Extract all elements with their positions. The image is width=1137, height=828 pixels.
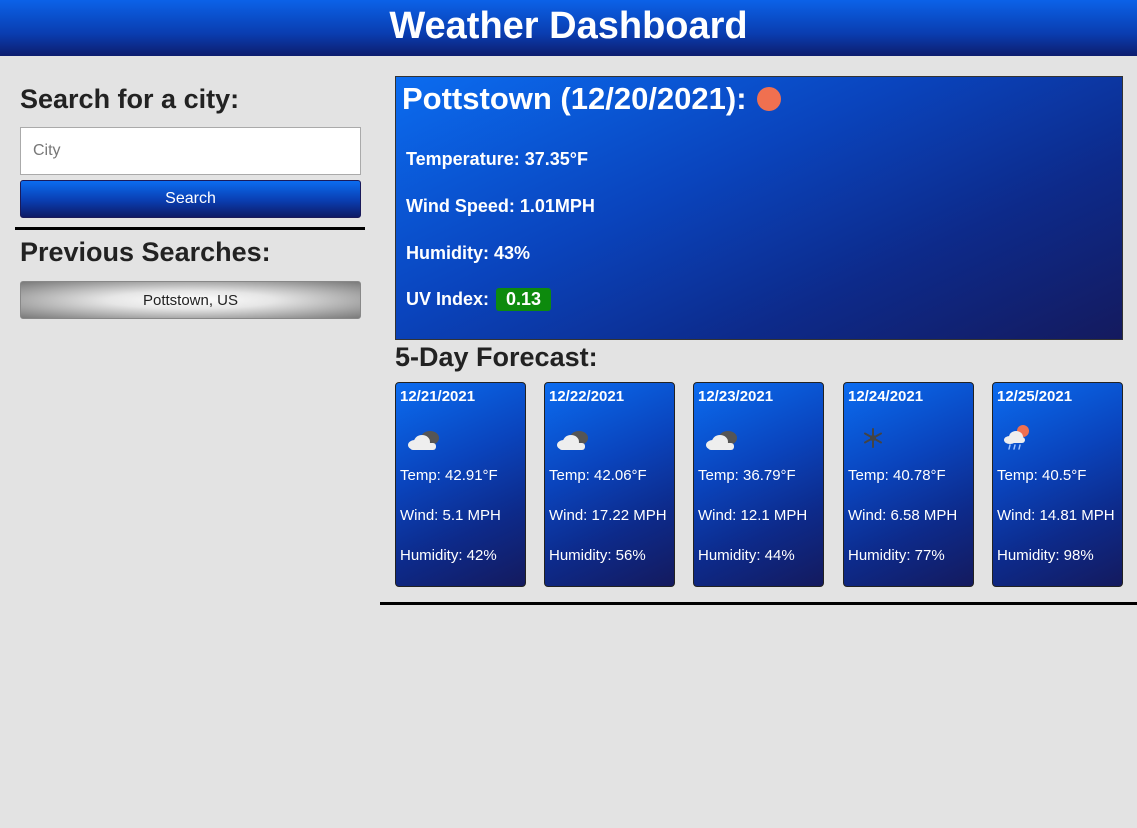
forecast-humidity: Humidity: 42%: [400, 547, 497, 564]
forecast-humidity: Humidity: 98%: [997, 547, 1094, 564]
history-item-button[interactable]: Pottstown, US: [20, 281, 361, 319]
forecast-temp: Temp: 40.5°F: [997, 467, 1087, 484]
current-uv: UV Index: 0.13: [406, 288, 552, 311]
current-temperature: Temperature: 37.35°F: [406, 149, 588, 169]
forecast-temp: Temp: 36.79°F: [698, 467, 796, 484]
forecast-temp: Temp: 40.78°F: [848, 467, 946, 484]
forecast-temp: Temp: 42.91°F: [400, 467, 498, 484]
cloudy-icon: [557, 431, 588, 450]
current-weather-title: Pottstown (12/20/2021):: [402, 81, 781, 117]
forecast-wind: Wind: 6.58 MPH: [848, 507, 958, 524]
forecast-date: 12/21/2021: [400, 388, 476, 405]
divider: [15, 227, 365, 230]
forecast-card: 12/24/2021 Temp: 40.78°F Wind: 6.58 MPH …: [843, 382, 974, 587]
forecast-heading: 5-Day Forecast:: [395, 342, 598, 372]
sun-icon: [756, 86, 781, 111]
divider: [380, 602, 1137, 605]
city-input[interactable]: [20, 127, 361, 175]
uv-label: UV Index:: [406, 289, 490, 309]
forecast-card: 12/25/2021 Temp: 40.5°F Wind: 14.81 MPH …: [992, 382, 1123, 587]
forecast-humidity: Humidity: 44%: [698, 547, 795, 564]
forecast-temp: Temp: 42.06°F: [549, 467, 647, 484]
search-button[interactable]: Search: [20, 180, 361, 218]
forecast-date: 12/22/2021: [549, 388, 625, 405]
forecast-wind: Wind: 5.1 MPH: [400, 507, 501, 524]
forecast-date: 12/25/2021: [997, 388, 1073, 405]
forecast-wind: Wind: 17.22 MPH: [549, 507, 667, 524]
forecast-card: 12/21/2021 Temp: 42.91°F Wind: 5.1 MPH H…: [395, 382, 526, 587]
forecast-card: 12/22/2021 Temp: 42.06°F Wind: 17.22 MPH…: [544, 382, 675, 587]
current-humidity: Humidity: 43%: [406, 243, 531, 263]
current-city-date: Pottstown (12/20/2021):: [402, 81, 747, 116]
forecast-wind: Wind: 12.1 MPH: [698, 507, 808, 524]
forecast-date: 12/24/2021: [848, 388, 924, 405]
page-title: Weather Dashboard: [389, 5, 748, 47]
search-heading: Search for a city:: [20, 84, 240, 114]
cloudy-icon: [408, 431, 439, 450]
cloudy-icon: [706, 431, 737, 450]
forecast-wind: Wind: 14.81 MPH: [997, 507, 1115, 524]
forecast-card: 12/23/2021 Temp: 36.79°F Wind: 12.1 MPH …: [693, 382, 824, 587]
forecast-humidity: Humidity: 56%: [549, 547, 646, 564]
current-wind: Wind Speed: 1.01MPH: [406, 196, 595, 216]
rain-sun-icon: [1004, 425, 1029, 450]
app-header: Weather Dashboard: [0, 0, 1137, 56]
previous-searches-heading: Previous Searches:: [20, 237, 271, 267]
snow-icon: [864, 428, 882, 448]
uv-badge: 0.13: [496, 288, 552, 311]
forecast-humidity: Humidity: 77%: [848, 547, 945, 564]
forecast-date: 12/23/2021: [698, 388, 774, 405]
current-weather-card: Pottstown (12/20/2021): Temperature: 37.…: [395, 76, 1123, 340]
